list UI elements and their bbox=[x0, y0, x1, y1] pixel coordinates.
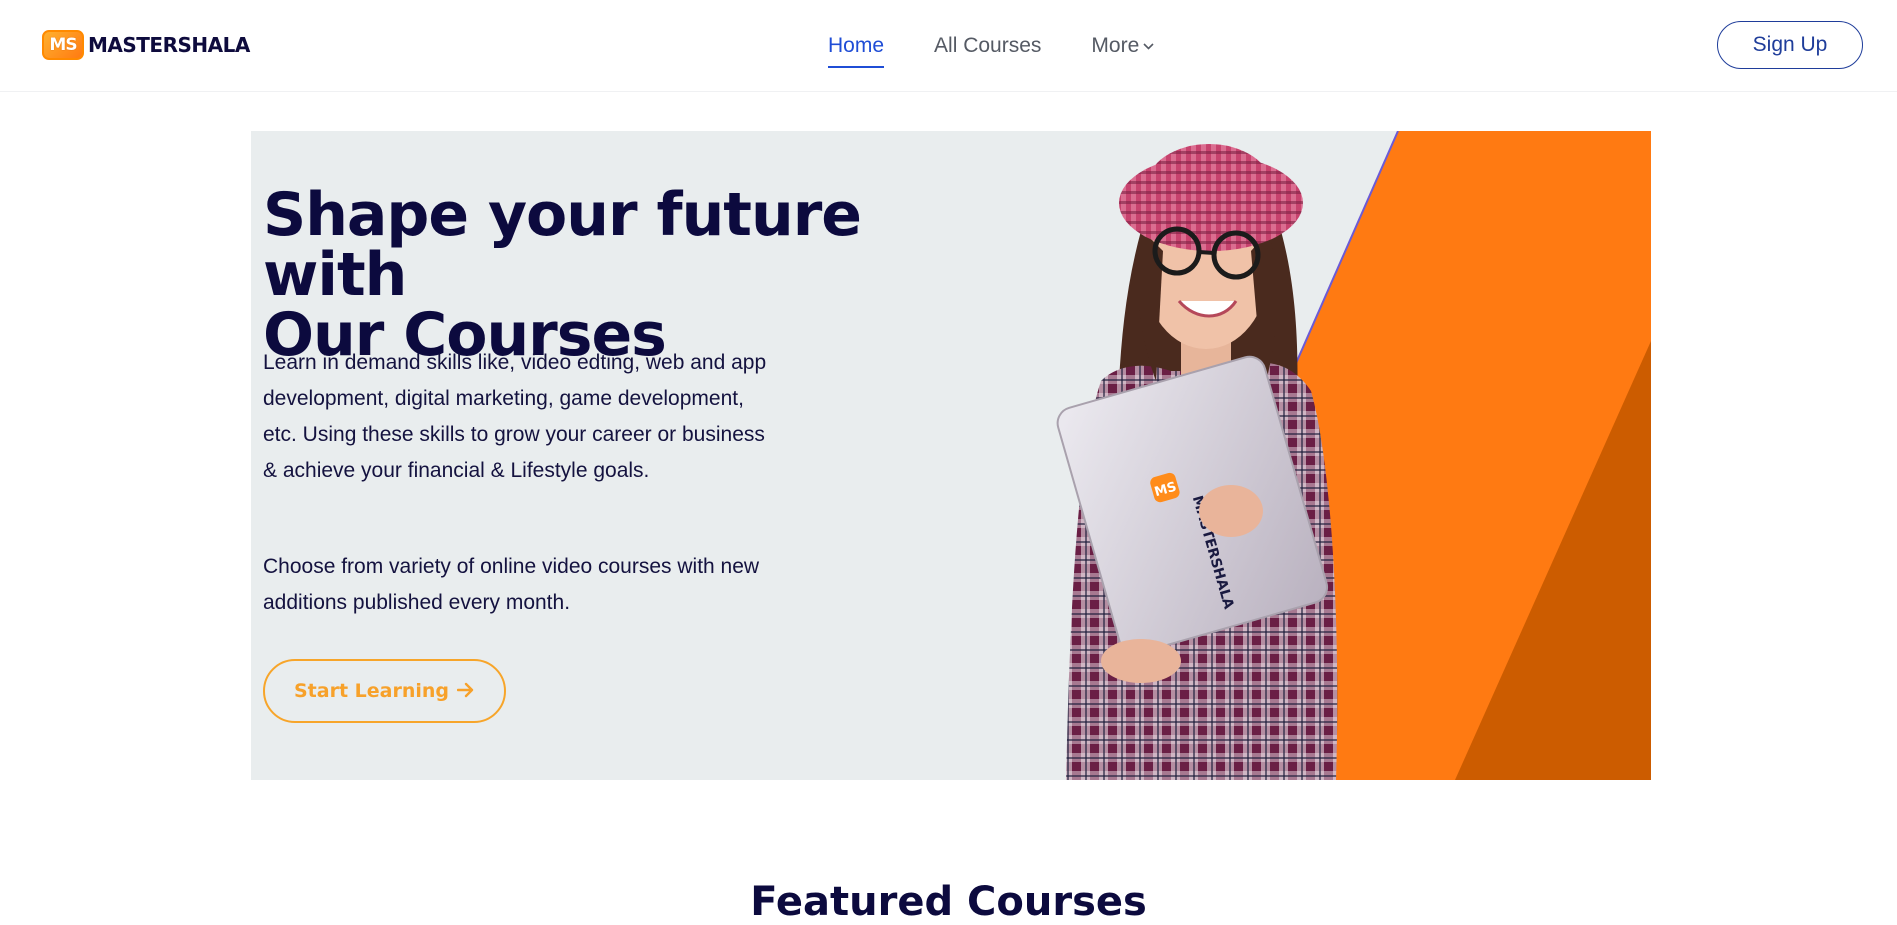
featured-courses-heading: Featured Courses bbox=[750, 879, 1147, 925]
logo-word-shala: SHALA bbox=[177, 33, 251, 57]
student-with-laptop-image: MS MASTERSHALA bbox=[1056, 144, 1338, 780]
nav-home[interactable]: Home bbox=[828, 32, 885, 68]
logo-wordmark: MASTERSHALA bbox=[88, 33, 250, 57]
brand-logo[interactable]: MS MASTERSHALA bbox=[42, 29, 250, 61]
signup-button[interactable]: Sign Up bbox=[1717, 21, 1863, 69]
logo-word-master: MASTER bbox=[88, 33, 178, 57]
logo-badge: MS bbox=[42, 30, 84, 60]
start-learning-button[interactable]: Start Learning bbox=[263, 659, 506, 723]
hero-banner: Shape your future with Our Courses Learn … bbox=[251, 131, 1651, 780]
hero-title: Shape your future with Our Courses bbox=[263, 185, 1023, 365]
chevron-down-icon bbox=[1143, 32, 1154, 60]
hero-description: Learn in demand skills like, video edtin… bbox=[263, 351, 767, 482]
hero-description-secondary: Choose from variety of online video cour… bbox=[263, 555, 760, 614]
nav-all-courses[interactable]: All Courses bbox=[934, 32, 1041, 62]
site-header: MS MASTERSHALA Home All Courses More Sig… bbox=[0, 0, 1897, 92]
main-nav: Home All Courses More bbox=[828, 32, 1204, 68]
hero-title-line1: Shape your future with bbox=[263, 180, 862, 310]
start-learning-label: Start Learning bbox=[293, 680, 449, 702]
arrow-right-icon bbox=[456, 679, 475, 703]
nav-more[interactable]: More bbox=[1091, 32, 1154, 62]
nav-more-label: More bbox=[1091, 34, 1140, 57]
